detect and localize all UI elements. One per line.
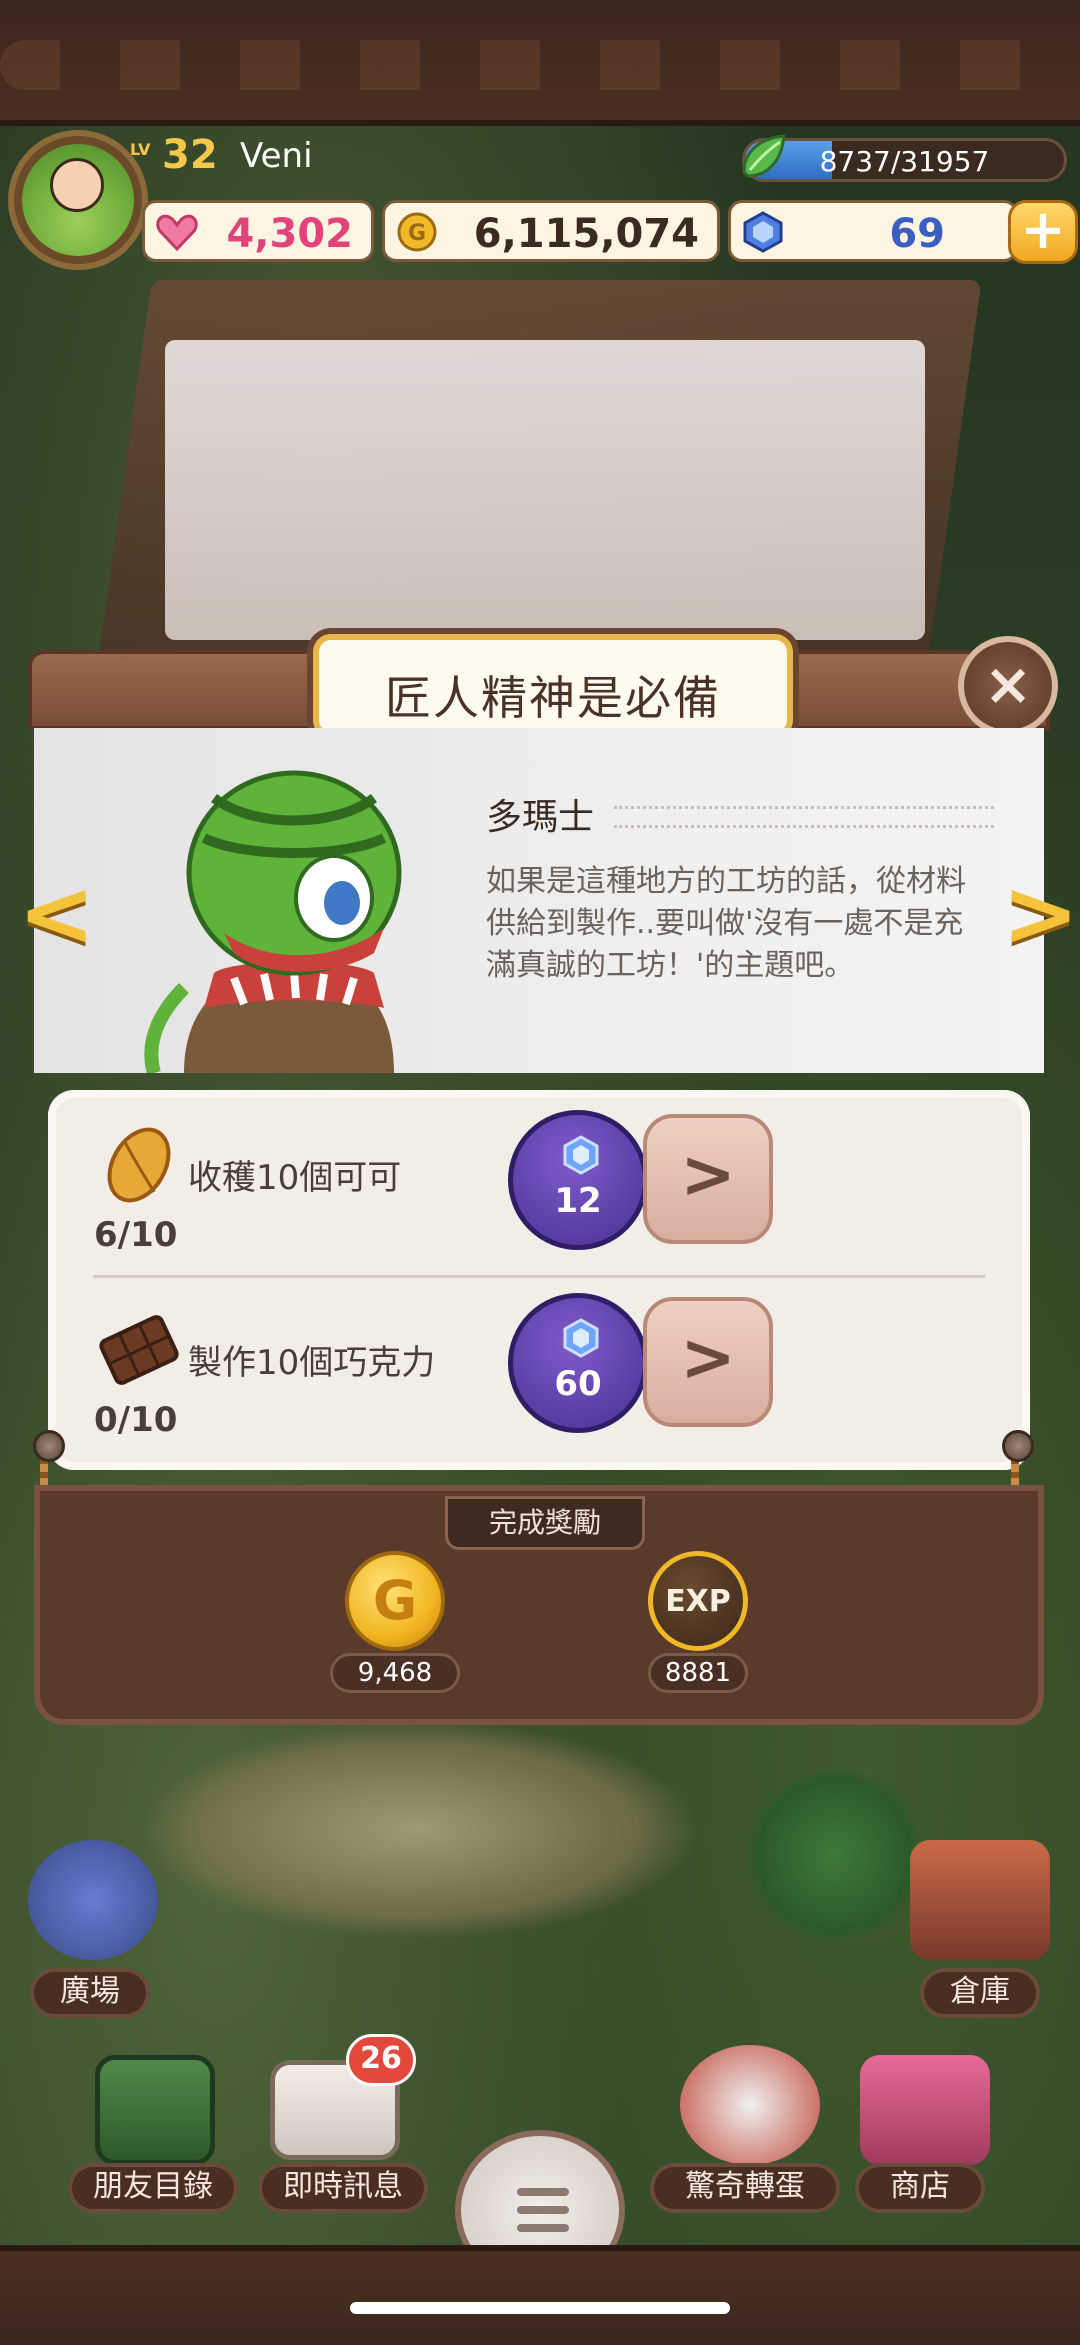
blue-gem-icon [563, 1318, 599, 1358]
avatar-face [50, 158, 104, 212]
close-icon: × [983, 650, 1033, 718]
task-1-reward-value: 12 [554, 1181, 602, 1221]
messages-badge: 26 [346, 2034, 416, 2086]
task-2-progress: 0/10 [94, 1400, 178, 1440]
task-2-reward: 60 [508, 1293, 648, 1433]
completion-rewards-panel: 完成獎勵 G 9,468 EXP 8881 [34, 1485, 1044, 1725]
menu-icon-bar [517, 2224, 569, 2232]
dialog-title-plate: 匠人精神是必備 [313, 634, 793, 738]
gems-counter: 69 [728, 200, 1018, 262]
blue-gem-icon [743, 211, 783, 253]
exp-progress-text: 8737/31957 [819, 145, 990, 178]
next-arrow-button[interactable]: > [1002, 860, 1079, 967]
task-2-label: 製作10個巧克力 [188, 1343, 436, 1383]
bottom-decor-bar [0, 2245, 1080, 2345]
close-button[interactable]: × [958, 636, 1058, 736]
rivet-left [33, 1430, 65, 1462]
task-1-reward: 12 [508, 1110, 648, 1250]
coins-counter: G 6,115,074 [382, 200, 720, 262]
player-level: 32 [162, 132, 218, 178]
gold-coin-icon: G [397, 212, 437, 252]
message-line-3: 滿真誠的工坊！'的主題吧。 [486, 948, 855, 983]
exp-letters: EXP [665, 1584, 731, 1619]
home-indicator [350, 2302, 730, 2314]
hearts-counter: 4,302 [142, 200, 374, 262]
svg-text:G: G [408, 221, 426, 246]
shop-stall-icon[interactable] [860, 2055, 990, 2165]
gems-value: 69 [889, 211, 945, 257]
chocolate-bar-icon [99, 1315, 179, 1385]
plaza-tree-icon[interactable] [28, 1840, 158, 1960]
task-1-label: 收穫10個可可 [188, 1158, 402, 1198]
dialog-title: 匠人精神是必備 [385, 671, 721, 725]
warehouse-icon[interactable] [910, 1840, 1050, 1960]
leaf-drop-icon [742, 134, 786, 178]
speaker-ornament [614, 806, 994, 828]
story-panel: 多瑪士 如果是這種地方的工坊的話，從材料 供給到製作..要叫做'沒有一處不是充 … [34, 728, 1044, 1073]
quest-task-list: 6/10 收穫10個可可 12 > 0/10 製作10個巧克力 60 > [48, 1090, 1030, 1470]
speaker-name: 多瑪士 [486, 797, 595, 838]
nav-warehouse[interactable]: 倉庫 [920, 1968, 1040, 2018]
gold-coin-icon: G [345, 1551, 445, 1651]
message-line-2: 供給到製作..要叫做'沒有一處不是充 [486, 906, 964, 941]
orange-tree [740, 1770, 930, 1940]
gacha-machine-icon[interactable] [680, 2045, 820, 2165]
cocoa-pod-icon [107, 1127, 171, 1203]
nav-shop[interactable]: 商店 [855, 2163, 985, 2213]
nav-gacha[interactable]: 驚奇轉蛋 [650, 2163, 840, 2213]
message-line-1: 如果是這種地方的工坊的話，從材料 [486, 864, 966, 899]
chevron-right-icon: > [680, 1319, 736, 1396]
quest-dialog: 匠人精神是必備 × 多瑪士 如果是這種地方的工坊的話，從材料 供給到製作..要叫… [28, 634, 1058, 1725]
workshop-room-interior [165, 340, 925, 640]
rivet-right [1002, 1430, 1034, 1462]
menu-icon [517, 2188, 569, 2196]
menu-icon-bar [517, 2206, 569, 2214]
reward-exp-value: 8881 [648, 1653, 748, 1693]
animal-pen [140, 1720, 700, 1940]
nav-messages[interactable]: 即時訊息 [258, 2163, 428, 2213]
nav-plaza[interactable]: 廣場 [30, 1968, 150, 2018]
player-avatar[interactable] [8, 130, 148, 270]
reward-coins-value: 9,468 [330, 1653, 460, 1693]
nav-friends[interactable]: 朋友目錄 [68, 2163, 238, 2213]
task-1-go-button[interactable]: > [643, 1114, 773, 1244]
chevron-right-icon: > [680, 1136, 736, 1213]
task-2-go-button[interactable]: > [643, 1297, 773, 1427]
friends-book-icon[interactable] [95, 2055, 215, 2165]
add-gems-button[interactable]: + [1008, 200, 1078, 264]
ornament-swirl [0, 40, 1080, 90]
task-2-reward-value: 60 [554, 1364, 602, 1404]
player-name: Veni [240, 136, 313, 176]
previous-arrow-button[interactable]: < [18, 860, 95, 967]
exp-progress-bar: 8737/31957 [742, 138, 1067, 182]
task-divider [93, 1275, 985, 1278]
coins-value: 6,115,074 [473, 211, 699, 257]
top-decor-bar [0, 0, 1080, 126]
exp-icon: EXP [648, 1551, 748, 1651]
level-prefix: LV [130, 140, 151, 159]
hearts-value: 4,302 [226, 211, 353, 257]
lizard-character-portrait [144, 770, 402, 1073]
coin-letter: G [372, 1569, 418, 1632]
rewards-title: 完成獎勵 [445, 1496, 645, 1550]
task-1-progress: 6/10 [94, 1215, 178, 1255]
heart-icon [156, 214, 198, 252]
blue-gem-icon [563, 1135, 599, 1175]
